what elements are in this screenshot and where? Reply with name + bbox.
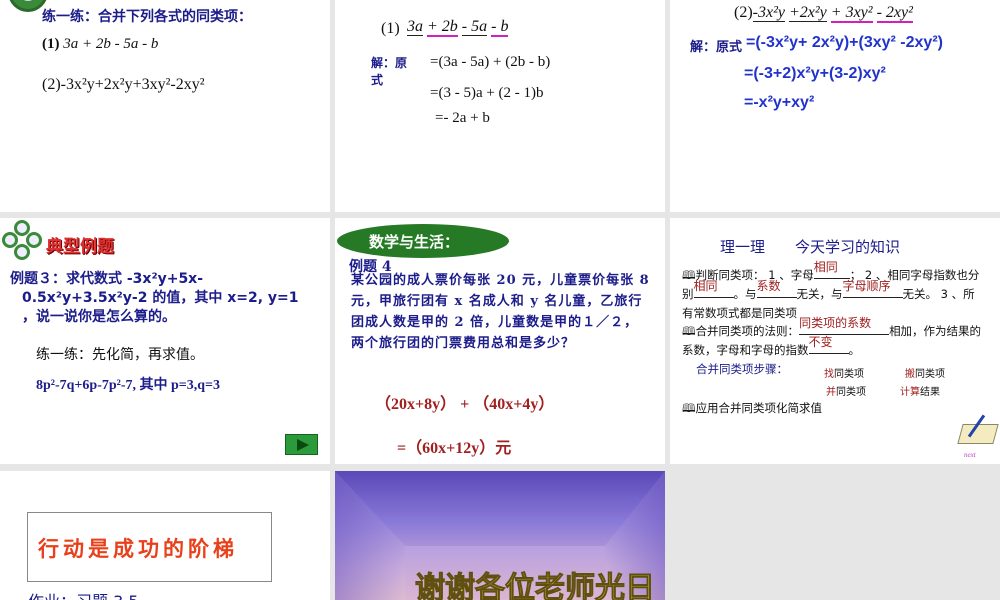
answer-fill: 不变 <box>808 335 833 349</box>
item-label: (1) <box>42 36 60 52</box>
slide-thumbnail-1[interactable]: 练一练：合并下列各式的同类项： (1) 3a + 2b - 5a - b (2)… <box>0 0 330 212</box>
problem-expression: 3a + 2b - 5a - b <box>407 18 509 37</box>
rule-apply: 🕮应用合并同类项化简求值 <box>682 400 822 420</box>
term: - 5a <box>461 18 488 36</box>
step-verb: 找 <box>824 369 834 380</box>
solution-label: 解：原式 <box>371 56 408 87</box>
slide-title: 理一理 今天学习的知识 <box>720 238 901 256</box>
practice-heading: 练一练：先化简，再求值。 <box>36 347 204 363</box>
step-1: =(-3x²y+ 2x²y)+(3xy² -2xy²) <box>746 34 943 51</box>
solution-label: 解：原式 <box>690 40 743 55</box>
step-3: =- 2a + b <box>435 110 490 126</box>
answer-line-2: =（60x+12y）元 <box>397 440 512 457</box>
text: 应用合并同类项化简求值 <box>695 401 823 415</box>
exercise-1: (1) 3a + 2b - 5a - b <box>42 36 158 53</box>
slide-thumbnail-3[interactable]: (2)-3x²y +2x²y + 3xy² - 2xy² 解：原式 =(-3x²… <box>670 0 1000 212</box>
term: 3a <box>407 18 423 36</box>
step-object: 同类项 <box>836 387 866 398</box>
homework-text: 作业：习题 3.5 <box>28 588 139 600</box>
answer-fill: 相同 <box>693 279 718 293</box>
problem-label: (1) <box>381 20 400 37</box>
expression: 3a + 2b - 5a - b <box>63 36 159 52</box>
play-icon <box>297 439 309 451</box>
step-compute: 计算结果 <box>900 383 940 398</box>
example-3-text: 例题３：求代数式 -3x²y+5x-0.5x²y+3.5x²y-2 的值，其中 … <box>10 271 299 325</box>
step-object: 同类项 <box>834 369 864 380</box>
problem-expression: (2)-3x²y +2x²y + 3xy² - 2xy² <box>734 4 913 23</box>
step-2: =(3 - 5)a + (2 - 1)b <box>430 85 544 101</box>
rule-combine-similar-terms: 🕮合并同类项的法则： 同类项的系数 相加，作为结果的系数，字母和字母的指数 不变。 <box>682 316 982 360</box>
step-find: 找同类项 <box>824 365 864 380</box>
section-heading: 典型例题 <box>46 237 114 257</box>
term: + 2b <box>427 18 458 37</box>
steps-label: 合并同类项步骤： <box>696 362 788 376</box>
text: 合并同类项的法则： <box>695 324 800 338</box>
text: 。与 <box>733 287 757 301</box>
step-merge: 并同类项 <box>826 383 866 398</box>
step-verb: 计算 <box>900 387 920 398</box>
problem-text: 某公园的成人票价每张 20 元，儿童票价每张 8 元，甲旅行团有 x 名成人和 … <box>351 273 650 351</box>
banner-text: 数学与生活： <box>369 233 460 251</box>
answer-line-1: （20x+8y） + （40x+4y） <box>375 396 555 413</box>
exercise-2: (2)-3x²y+2x²y+3xy²-2xy² <box>42 76 205 93</box>
slide-thumbnail-7[interactable]: 行动是成功的阶梯 作业：习题 3.5 <box>0 471 330 600</box>
step-move: 搬同类项 <box>905 365 945 380</box>
step-verb: 搬 <box>905 369 915 380</box>
slide-title: 练一练：合并下列各式的同类项： <box>42 9 252 25</box>
slide-thumbnail-2[interactable]: (1) 3a + 2b - 5a - b 解：原式 =(3a - 5a) + (… <box>335 0 665 212</box>
step-2: =(-3+2)x²y+(3-2)xy² <box>744 65 886 82</box>
sky-box-left-wall <box>335 471 405 600</box>
step-verb: 并 <box>826 387 836 398</box>
step-3: =-x²y+xy² <box>744 94 815 111</box>
text: 。 <box>848 343 861 357</box>
slide-thumbnail-6[interactable]: 理一理 今天学习的知识 🕮判断同类项： 1 、字母 相同； 2 、相同字母指数也分… <box>670 218 1000 464</box>
next-slide-button[interactable] <box>285 434 318 455</box>
term: + 3xy² <box>830 4 873 23</box>
term: -3x²y <box>752 4 785 22</box>
step-object: 同类项 <box>915 369 945 380</box>
answer-fill: 系数 <box>756 279 781 293</box>
term: +2x²y <box>788 4 827 22</box>
term: - 2xy² <box>876 4 913 23</box>
problem-label: (2) <box>734 4 753 21</box>
next-link[interactable]: next <box>964 451 976 459</box>
step-1: =(3a - 5a) + (2b - b) <box>430 54 551 70</box>
slide-thumbnail-4[interactable]: 典型例题 例题３：求代数式 -3x²y+5x-0.5x²y+3.5x²y-2 的… <box>0 218 330 464</box>
book-icon: 🕮 <box>682 401 696 415</box>
book-icon: 🕮 <box>682 324 696 338</box>
open-book-icon <box>957 424 999 444</box>
slide-thumbnail-5[interactable]: 数学与生活： 例题 4 某公园的成人票价每张 20 元，儿童票价每张 8 元，甲… <box>335 218 665 464</box>
answer-fill: 字母顺序 <box>842 279 891 293</box>
answer-fill: 同类项的系数 <box>799 316 872 330</box>
method-emblem-icon <box>2 220 42 260</box>
motto-text: 行动是成功的阶梯 <box>38 537 238 561</box>
step-object: 结果 <box>920 387 940 398</box>
slide-thumbnail-8[interactable]: 谢谢各位老师光日 <box>335 471 665 600</box>
text: 无关，与 <box>796 287 843 301</box>
thanks-wordart: 谢谢各位老师光日 <box>415 571 656 600</box>
practice-expression: 8p²-7q+6p-7p²-7, 其中 p=3,q=3 <box>36 378 221 393</box>
answer-fill: 相同 <box>813 260 838 274</box>
term: - b <box>491 18 509 37</box>
